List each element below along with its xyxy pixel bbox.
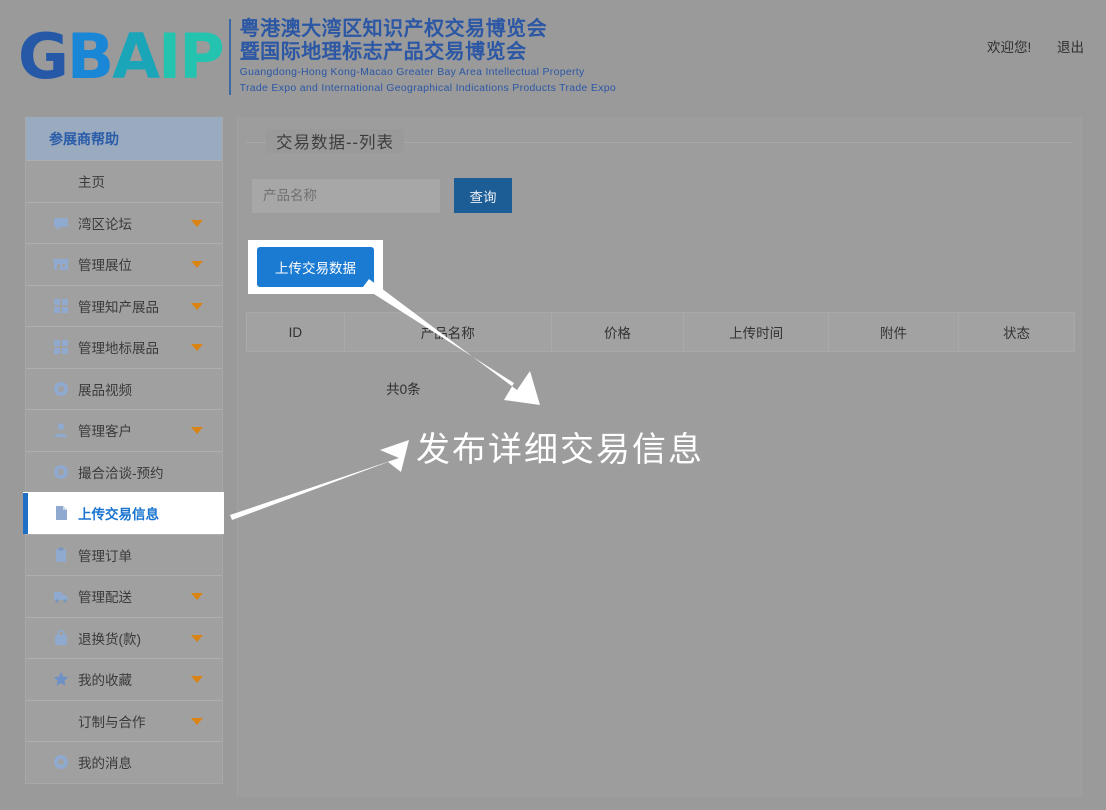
header-user-area: 欢迎您! 退出 — [987, 36, 1084, 56]
search-button[interactable]: 查询 — [454, 178, 512, 213]
main-panel: 交易数据--列表 查询 上传交易数据 ID产品名称价格上传时间附件状态 共0条 — [237, 117, 1082, 797]
search-row: 查询 — [252, 178, 512, 213]
logo-title-en-line1: Guangdong-Hong Kong-Macao Greater Bay Ar… — [239, 66, 585, 78]
table-header-row: ID 产品名称 价格 上传时间 附件 状态 — [246, 312, 1075, 352]
logo-letter-b: B — [66, 19, 114, 93]
site-logo[interactable]: GBAIP 粤港澳大湾区知识产权交易博览会 暨国际地理标志产品交易博览会 Gua… — [18, 18, 616, 95]
star-icon — [53, 671, 69, 687]
sidebar-item-6[interactable]: 管理客户 — [26, 409, 222, 451]
chevron-down-icon[interactable] — [191, 261, 203, 269]
sidebar-nav: 参展商帮助 主页湾区论坛管理展位管理知产展品 管理地标展品 展品视频管理客户撮合洽谈… — [23, 117, 224, 784]
sidebar-item-label: 管理客户 — [78, 424, 132, 440]
table-column-header-1: 产品名称 — [343, 312, 552, 352]
truck-icon — [53, 588, 69, 604]
booth-icon — [53, 256, 69, 272]
sidebar-item-label: 管理地标展品 — [78, 341, 159, 357]
sidebar-item-14[interactable]: 我的消息 — [26, 741, 222, 783]
forum-icon — [53, 215, 69, 231]
table-column-header-3: 上传时间 — [683, 312, 830, 352]
sidebar-item-11[interactable]: 退换货(款) — [26, 616, 222, 659]
table-head: ID 产品名称 价格 上传时间 附件 状态 — [246, 312, 1075, 352]
logo-letter-ip: IP — [158, 19, 225, 93]
sidebar-item-3[interactable]: 管理知产展品 — [26, 284, 222, 327]
logo-title-cn-line1: 粤港澳大湾区知识产权交易博览会 — [239, 18, 548, 40]
sidebar-item-label: 主页 — [78, 175, 105, 191]
sidebar-item-label: 展品视频 — [78, 382, 132, 398]
sidebar-item-1[interactable]: 湾区论坛 — [26, 201, 222, 244]
sidebar-item-label: 管理知产展品 — [78, 299, 159, 315]
sidebar-item-label: 我的消息 — [78, 756, 132, 772]
sidebar-item-label: 退换货(款) — [78, 631, 141, 647]
sidebar-item-label: 湾区论坛 — [78, 216, 132, 232]
sidebar-item-10[interactable]: 管理配送 — [26, 575, 222, 617]
logo-wordmark: GBAIP — [18, 25, 225, 88]
return-icon — [53, 629, 69, 646]
sidebar-item-13[interactable]: 订制与合作 — [26, 699, 222, 742]
sidebar-item-7[interactable]: 撮合洽谈-预约 — [26, 450, 222, 493]
chevron-down-icon[interactable] — [191, 676, 203, 684]
logo-title-en-line2: Trade Expo and International Geographica… — [239, 81, 617, 94]
logout-link[interactable]: 退出 — [1057, 40, 1084, 55]
search-input[interactable] — [252, 178, 440, 213]
sidebar-item-8[interactable]: 上传交易信息 — [23, 492, 224, 534]
sidebar-item-9[interactable]: 管理订单 — [26, 533, 222, 576]
chevron-down-icon[interactable] — [191, 302, 203, 310]
sidebar-item-4[interactable]: 管理地标展品 — [26, 326, 222, 368]
chevron-down-icon[interactable] — [191, 717, 203, 725]
sidebar-item-12[interactable]: 我的收藏 — [26, 658, 222, 700]
table-column-header-4: 附件 — [828, 312, 960, 352]
grid-icon — [53, 339, 69, 355]
sidebar-item-label: 管理展位 — [78, 258, 132, 274]
sidebar-item-5[interactable]: 展品视频 — [26, 367, 222, 410]
page-title: 交易数据--列表 — [266, 129, 404, 153]
sidebar-item-label: 订制与合作 — [78, 714, 146, 730]
record-count-label: 共0条 — [386, 381, 421, 397]
document-icon — [53, 505, 69, 521]
table-column-header-5: 状态 — [958, 312, 1075, 352]
sidebar-item-label: 管理订单 — [78, 548, 132, 564]
table-body: 共0条 — [247, 352, 1075, 424]
table-footer-row: 共0条 — [247, 352, 1075, 424]
chevron-down-icon[interactable] — [191, 593, 203, 601]
user-icon — [53, 422, 69, 438]
logo-title-cn-line2: 暨国际地理标志产品交易博览会 — [239, 41, 527, 63]
clipboard-icon — [53, 547, 69, 563]
logo-text-block: 粤港澳大湾区知识产权交易博览会 暨国际地理标志产品交易博览会 Guangdong… — [240, 18, 616, 95]
upload-button-highlight: 上传交易数据 — [248, 240, 383, 294]
grid-icon — [53, 298, 69, 314]
chevron-down-icon[interactable] — [191, 219, 203, 227]
circle-icon — [53, 464, 69, 480]
sidebar-item-2[interactable]: 管理展位 — [26, 243, 222, 285]
page-body: 参展商帮助 主页湾区论坛管理展位管理知产展品 管理地标展品 展品视频管理客户撮合洽谈… — [0, 112, 1106, 807]
chevron-down-icon[interactable] — [191, 344, 203, 352]
logo-letter-a: A — [112, 19, 160, 93]
circle-icon — [53, 381, 69, 397]
table-column-header-2: 价格 — [550, 312, 685, 352]
logo-letter-g: G — [18, 19, 69, 93]
chevron-down-icon[interactable] — [191, 634, 203, 642]
sidebar-item-label: 管理配送 — [78, 590, 132, 606]
sidebar-item-label: 我的收藏 — [78, 673, 132, 689]
upload-trade-data-button[interactable]: 上传交易数据 — [257, 247, 374, 287]
logo-divider — [228, 18, 231, 95]
circle-icon — [53, 754, 69, 770]
sidebar-item-label: 撮合洽谈-预约 — [78, 465, 164, 481]
sidebar-item-label: 上传交易信息 — [78, 507, 159, 523]
site-header: GBAIP 粤港澳大湾区知识产权交易博览会 暨国际地理标志产品交易博览会 Gua… — [0, 0, 1106, 112]
sidebar-title: 参展商帮助 — [26, 117, 222, 160]
pagination-area — [551, 352, 1074, 424]
sidebar-item-list: 主页湾区论坛管理展位管理知产展品 管理地标展品 展品视频管理客户撮合洽谈-预约 上传交… — [23, 160, 224, 783]
table-column-header-0: ID — [246, 312, 345, 352]
welcome-text: 欢迎您! — [986, 40, 1032, 55]
sidebar-item-0[interactable]: 主页 — [26, 160, 222, 202]
chevron-down-icon[interactable] — [191, 427, 203, 435]
trade-data-table: ID 产品名称 价格 上传时间 附件 状态 共0条 — [246, 312, 1075, 424]
